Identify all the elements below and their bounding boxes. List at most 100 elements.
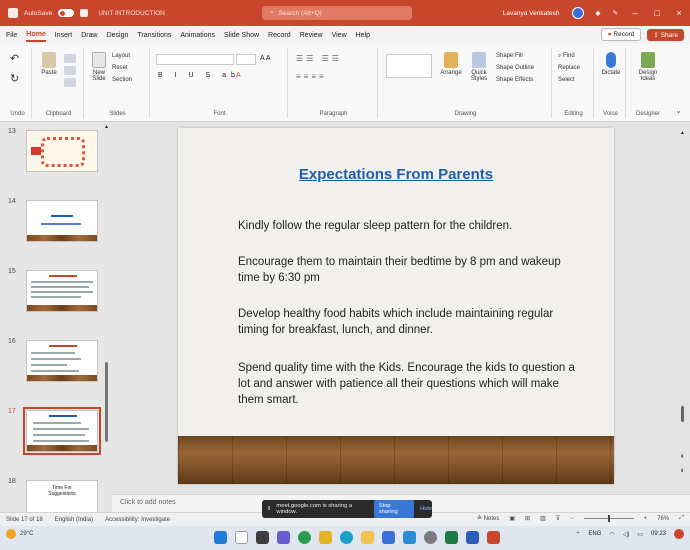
scroll-up-icon[interactable]: ▲ [680,130,685,136]
font-format-icons[interactable]: B I U S ab [158,72,240,79]
slide-thumbnail-17[interactable] [23,407,101,455]
grow-font-icon[interactable]: A A [260,55,271,62]
next-slide-icon[interactable]: ⇟ [680,468,684,474]
close-button[interactable]: × [674,8,684,18]
redo-button[interactable]: ↻ [10,72,19,85]
tab-home[interactable]: Home [26,29,46,42]
excel-icon[interactable] [445,531,458,544]
save-icon[interactable] [80,9,89,17]
select-button[interactable]: Select [558,77,575,83]
fit-slide-icon[interactable]: ⤢ [679,515,684,522]
reading-view-icon[interactable]: ▥ [540,515,546,522]
avatar[interactable] [571,7,584,19]
shape-outline-button[interactable]: Shape Outline [496,65,534,71]
notes-button[interactable]: ≙ Notes [477,515,499,522]
slide-bullet-2[interactable]: Encourage them to maintain their bedtime… [238,254,578,286]
normal-view-icon[interactable]: ▣ [509,515,515,522]
slide-bullet-1[interactable]: Kindly follow the regular sleep pattern … [238,218,578,234]
windows-start-icon[interactable] [214,531,227,544]
accessibility-indicator[interactable]: Accessibility: Investigate [105,517,170,523]
app-icon[interactable] [319,531,332,544]
slide-title[interactable]: Expectations From Parents [178,166,614,183]
minimize-button[interactable]: – [630,8,640,18]
language-tray[interactable]: ENG [588,531,601,537]
autosave-toggle[interactable] [58,9,75,17]
search-box[interactable]: ⌕ Search (Alt+Q) [262,6,412,20]
tab-review[interactable]: Review [300,30,323,41]
hide-banner-button[interactable]: Hide [420,506,432,512]
editor-scroll-thumb[interactable] [681,406,684,422]
design-ideas-button[interactable]: Design Ideas [632,52,664,82]
shape-effects-button[interactable]: Shape Effects [496,77,533,83]
slide-thumbnail-13[interactable] [26,130,98,172]
slide-bullet-4[interactable]: Spend quality time with the Kids. Encour… [238,360,578,408]
slide-thumbnail-16[interactable] [26,340,98,382]
weather-widget[interactable]: 29°C [6,529,33,539]
paste-button[interactable]: Paste [38,52,60,76]
thumbnail-scrollbar[interactable]: ▲ [104,122,110,512]
current-slide[interactable]: Expectations From Parents Kindly follow … [178,128,614,484]
arrange-button[interactable]: Arrange [438,52,464,76]
chrome-icon[interactable] [298,531,311,544]
format-painter-icon[interactable] [64,78,76,87]
task-view-icon[interactable] [256,531,269,544]
list-icons[interactable]: ☰☰ ☰☰ [296,54,342,63]
tray-chevron-icon[interactable]: ⌃ [575,531,580,538]
zoom-slider[interactable] [583,515,634,522]
volume-icon[interactable]: ◁) [623,531,630,538]
editor-scrollbar[interactable]: ▲ ⇞ ⇟ [680,130,686,486]
word-icon[interactable] [466,531,479,544]
scroll-up-icon[interactable]: ▲ [104,124,109,130]
reset-button[interactable]: Reset [112,65,128,71]
undo-button[interactable]: ↶ [10,52,19,65]
battery-icon[interactable]: ▭ [637,531,643,538]
slide-thumbnail-14[interactable] [26,200,98,242]
zoom-out-icon[interactable]: − [570,516,574,522]
coauthor-icon[interactable]: ◆ [596,9,601,17]
clock[interactable]: 09:23 [651,530,666,538]
align-icons[interactable]: ≡≡≡≡ [296,72,327,81]
search-icon[interactable] [235,531,248,544]
notification-icon[interactable] [674,529,684,539]
stop-sharing-button[interactable]: Stop sharing [373,500,415,518]
tab-record[interactable]: Record [268,30,291,41]
font-size-dropdown[interactable] [236,54,256,65]
tab-design[interactable]: Design [107,30,129,41]
store-icon[interactable] [382,531,395,544]
collapse-ribbon-icon[interactable]: ⌄ [675,106,682,115]
tab-draw[interactable]: Draw [81,30,97,41]
replace-button[interactable]: Replace [558,65,580,71]
edge-icon[interactable] [340,531,353,544]
cut-icon[interactable] [64,54,76,63]
chat-icon[interactable] [277,531,290,544]
pen-icon[interactable]: ✎ [613,9,618,17]
powerpoint-taskbar-icon[interactable] [487,531,500,544]
share-button[interactable]: ⇪ Share [647,28,684,41]
slideshow-icon[interactable]: ⊽ [556,515,560,522]
tab-insert[interactable]: Insert [55,30,73,41]
prev-slide-icon[interactable]: ⇞ [680,454,684,460]
record-button[interactable]: ● Record [600,28,642,41]
dictate-button[interactable]: Dictate [599,52,623,76]
zoom-in-icon[interactable]: + [644,516,648,522]
tab-view[interactable]: View [332,30,347,41]
font-name-dropdown[interactable] [156,54,234,65]
tab-slide-show[interactable]: Slide Show [224,30,259,41]
shape-fill-button[interactable]: Shape Fill [496,53,523,59]
settings-icon[interactable] [424,531,437,544]
find-button[interactable]: ⌕ Find [558,53,575,60]
layout-button[interactable]: Layout [112,53,130,59]
slide-thumbnail-15[interactable] [26,270,98,312]
new-slide-button[interactable]: New Slide [88,52,110,82]
tab-help[interactable]: Help [356,30,370,41]
copy-icon[interactable] [64,66,76,75]
slide-sorter-icon[interactable]: ⊞ [525,515,530,522]
maximize-button[interactable]: □ [652,8,662,18]
section-button[interactable]: Section [112,77,132,83]
quick-styles-button[interactable]: Quick Styles [466,52,492,82]
slide-bullet-3[interactable]: Develop healthy food habits which includ… [238,306,578,338]
font-color-icon[interactable]: A [236,72,241,79]
wifi-icon[interactable]: ◠ [609,531,614,538]
tab-animations[interactable]: Animations [180,30,215,41]
slide-thumbnail-18[interactable]: Time For Suggestions [26,480,98,512]
